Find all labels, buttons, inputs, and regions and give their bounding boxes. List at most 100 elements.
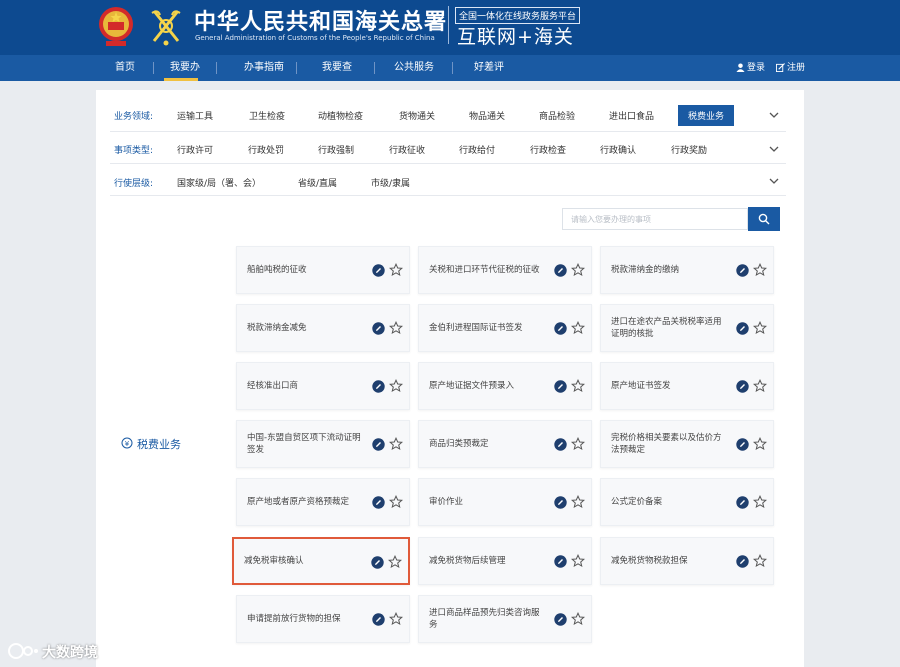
service-card[interactable]: 税款滞纳金减免 xyxy=(236,304,410,352)
filter-level-option[interactable]: 市级/隶属 xyxy=(371,176,410,189)
service-card-title: 关税和进口环节代征税的征收 xyxy=(429,265,540,275)
service-card[interactable]: 减免税货物后续管理 xyxy=(418,537,592,585)
filter-type-option[interactable]: 行政奖励 xyxy=(671,143,707,156)
star-icon[interactable] xyxy=(753,321,767,335)
filter-type-option[interactable]: 行政处罚 xyxy=(248,143,284,156)
filter-type-option[interactable]: 行政许可 xyxy=(177,143,213,156)
star-icon[interactable] xyxy=(389,263,403,277)
service-card[interactable]: 原产地证书签发 xyxy=(600,362,774,410)
edit-icon[interactable] xyxy=(554,322,567,335)
edit-icon[interactable] xyxy=(736,322,749,335)
edit-icon[interactable] xyxy=(554,264,567,277)
register-link[interactable]: 注册 xyxy=(787,55,805,81)
edit-icon[interactable] xyxy=(554,613,567,626)
star-icon[interactable] xyxy=(753,379,767,393)
edit-icon[interactable] xyxy=(372,438,385,451)
edit-icon[interactable] xyxy=(554,438,567,451)
star-icon[interactable] xyxy=(571,495,585,509)
star-icon[interactable] xyxy=(389,379,403,393)
search-input[interactable]: 请输入您要办理的事项 xyxy=(562,208,748,230)
filter-domain-option[interactable]: 进出口食品 xyxy=(609,109,654,122)
service-card[interactable]: 进口在途农产品关税税率适用证明的核批 xyxy=(600,304,774,352)
edit-icon[interactable] xyxy=(372,380,385,393)
filter-type-option[interactable]: 行政确认 xyxy=(600,143,636,156)
filter-domain-option[interactable]: 运输工具 xyxy=(177,109,213,122)
service-card[interactable]: 原产地或者原产资格预裁定 xyxy=(236,478,410,526)
star-icon[interactable] xyxy=(753,437,767,451)
service-card[interactable]: 完税价格相关要素以及估价方法预裁定 xyxy=(600,420,774,468)
search-icon xyxy=(758,213,770,225)
star-icon[interactable] xyxy=(388,555,402,569)
filter-domain-option[interactable]: 货物通关 xyxy=(399,109,435,122)
chevron-down-icon[interactable] xyxy=(768,143,780,155)
filter-type-option[interactable]: 行政给付 xyxy=(459,143,495,156)
service-card-title: 中国-东盟自贸区项下流动证明签发 xyxy=(247,433,361,455)
filter-level-option[interactable]: 国家级/局（署、会） xyxy=(177,176,261,189)
service-card-title: 船舶吨税的征收 xyxy=(247,265,307,275)
star-icon[interactable] xyxy=(389,612,403,626)
filter-divider xyxy=(110,131,786,132)
edit-icon[interactable] xyxy=(372,322,385,335)
star-icon[interactable] xyxy=(571,379,585,393)
edit-icon[interactable] xyxy=(736,380,749,393)
service-card[interactable]: 中国-东盟自贸区项下流动证明签发 xyxy=(236,420,410,468)
service-card[interactable]: 关税和进口环节代征税的征收 xyxy=(418,246,592,294)
service-card[interactable]: 金伯利进程国际证书签发 xyxy=(418,304,592,352)
edit-icon[interactable] xyxy=(736,438,749,451)
filter-type-option[interactable]: 行政检查 xyxy=(530,143,566,156)
edit-icon[interactable] xyxy=(736,555,749,568)
chevron-down-icon[interactable] xyxy=(768,109,780,121)
nav-guide[interactable]: 办事指南 xyxy=(244,55,284,81)
edit-icon[interactable] xyxy=(554,555,567,568)
star-icon[interactable] xyxy=(389,495,403,509)
star-icon[interactable] xyxy=(753,554,767,568)
edit-icon[interactable] xyxy=(372,264,385,277)
star-icon[interactable] xyxy=(571,612,585,626)
chevron-down-icon[interactable] xyxy=(768,175,780,187)
filter-domain-option[interactable]: 物品通关 xyxy=(469,109,505,122)
star-icon[interactable] xyxy=(753,495,767,509)
edit-icon[interactable] xyxy=(736,496,749,509)
login-link[interactable]: 登录 xyxy=(747,55,765,81)
star-icon[interactable] xyxy=(571,437,585,451)
nav-query[interactable]: 我要查 xyxy=(322,55,352,81)
filter-domain-option-selected[interactable]: 税费业务 xyxy=(678,105,735,126)
service-card[interactable]: 商品归类预裁定 xyxy=(418,420,592,468)
nav-feedback[interactable]: 好差评 xyxy=(474,55,504,81)
filter-domain-option[interactable]: 商品检验 xyxy=(539,109,575,122)
service-card[interactable]: 减免税审核确认 xyxy=(232,537,410,585)
edit-icon[interactable] xyxy=(372,496,385,509)
filter-type-option[interactable]: 行政强制 xyxy=(318,143,354,156)
filter-level-option[interactable]: 省级/直属 xyxy=(298,176,337,189)
star-icon[interactable] xyxy=(753,263,767,277)
service-card[interactable]: 税款滞纳金的缴纳 xyxy=(600,246,774,294)
edit-icon[interactable] xyxy=(371,556,384,569)
search-button[interactable] xyxy=(748,207,780,231)
service-card[interactable]: 进口商品样品预先归类咨询服务 xyxy=(418,595,592,643)
star-icon[interactable] xyxy=(389,321,403,335)
star-icon[interactable] xyxy=(571,263,585,277)
service-card[interactable]: 船舶吨税的征收 xyxy=(236,246,410,294)
edit-icon[interactable] xyxy=(736,264,749,277)
nav-divider xyxy=(374,62,375,74)
service-card[interactable]: 经核准出口商 xyxy=(236,362,410,410)
edit-icon[interactable] xyxy=(372,613,385,626)
filter-domain-option[interactable]: 动植物检疫 xyxy=(318,109,363,122)
edit-icon[interactable] xyxy=(554,496,567,509)
service-card-title: 公式定价备案 xyxy=(611,497,663,507)
filter-type-option[interactable]: 行政征收 xyxy=(389,143,425,156)
filter-domain-option[interactable]: 卫生检疫 xyxy=(249,109,285,122)
service-card[interactable]: 审价作业 xyxy=(418,478,592,526)
service-card[interactable]: 申请提前放行货物的担保 xyxy=(236,595,410,643)
star-icon[interactable] xyxy=(389,437,403,451)
nav-home[interactable]: 首页 xyxy=(115,55,135,81)
platform-name: 互联网+海关 xyxy=(457,26,574,48)
nav-public-service[interactable]: 公共服务 xyxy=(394,55,434,81)
edit-icon[interactable] xyxy=(554,380,567,393)
service-card[interactable]: 减免税货物税款担保 xyxy=(600,537,774,585)
service-card[interactable]: 原产地证据文件预录入 xyxy=(418,362,592,410)
star-icon[interactable] xyxy=(571,554,585,568)
service-card-title: 原产地证据文件预录入 xyxy=(429,381,515,391)
star-icon[interactable] xyxy=(571,321,585,335)
service-card[interactable]: 公式定价备案 xyxy=(600,478,774,526)
